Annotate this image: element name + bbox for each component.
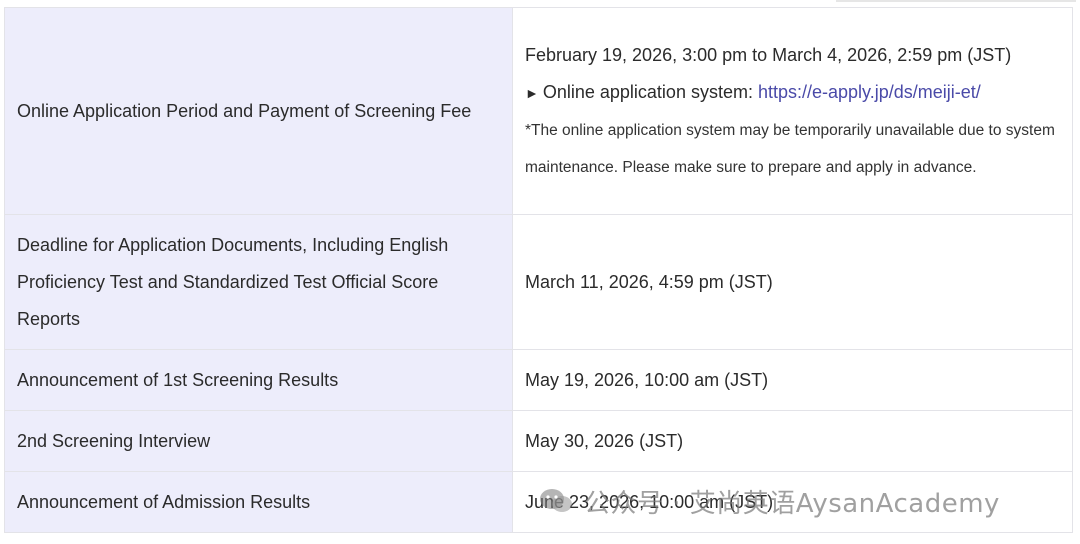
schedule-table: Online Application Period and Payment of… xyxy=(4,7,1073,533)
row-label: Announcement of 1st Screening Results xyxy=(4,349,513,411)
watermark-text: 公众号 · 艾尚英语AysanAcademy xyxy=(584,488,1000,519)
row-label: Online Application Period and Payment of… xyxy=(4,7,513,215)
table-row: Online Application Period and Payment of… xyxy=(4,7,1073,215)
application-system-line: ► Online application system: https://e-ap… xyxy=(525,74,1060,112)
top-edge-strip xyxy=(836,0,1076,2)
row-label: Deadline for Application Documents, Incl… xyxy=(4,214,513,350)
row-value: May 19, 2026, 10:00 am (JST) xyxy=(512,349,1073,411)
maintenance-note: *The online application system may be te… xyxy=(525,121,1055,176)
row-value: May 30, 2026 (JST) xyxy=(512,410,1073,472)
row-label: 2nd Screening Interview xyxy=(4,410,513,472)
watermark: 公众号 · 艾尚英语AysanAcademy xyxy=(538,484,1000,519)
table-row: 2nd Screening Interview May 30, 2026 (JS… xyxy=(4,410,1073,472)
row-label: Announcement of Admission Results xyxy=(4,471,513,533)
table-row: Deadline for Application Documents, Incl… xyxy=(4,214,1073,350)
row-value: March 11, 2026, 4:59 pm (JST) xyxy=(512,214,1073,350)
row-value: February 19, 2026, 3:00 pm to March 4, 2… xyxy=(512,7,1073,215)
application-system-link[interactable]: https://e-apply.jp/ds/meiji-et/ xyxy=(758,82,981,102)
table-row: Announcement of 1st Screening Results Ma… xyxy=(4,349,1073,411)
application-system-prefix: Online application system: xyxy=(542,81,758,102)
arrow-right-icon: ► xyxy=(525,84,539,101)
application-period-text: February 19, 2026, 3:00 pm to March 4, 2… xyxy=(525,44,1012,65)
wechat-icon xyxy=(540,489,572,512)
